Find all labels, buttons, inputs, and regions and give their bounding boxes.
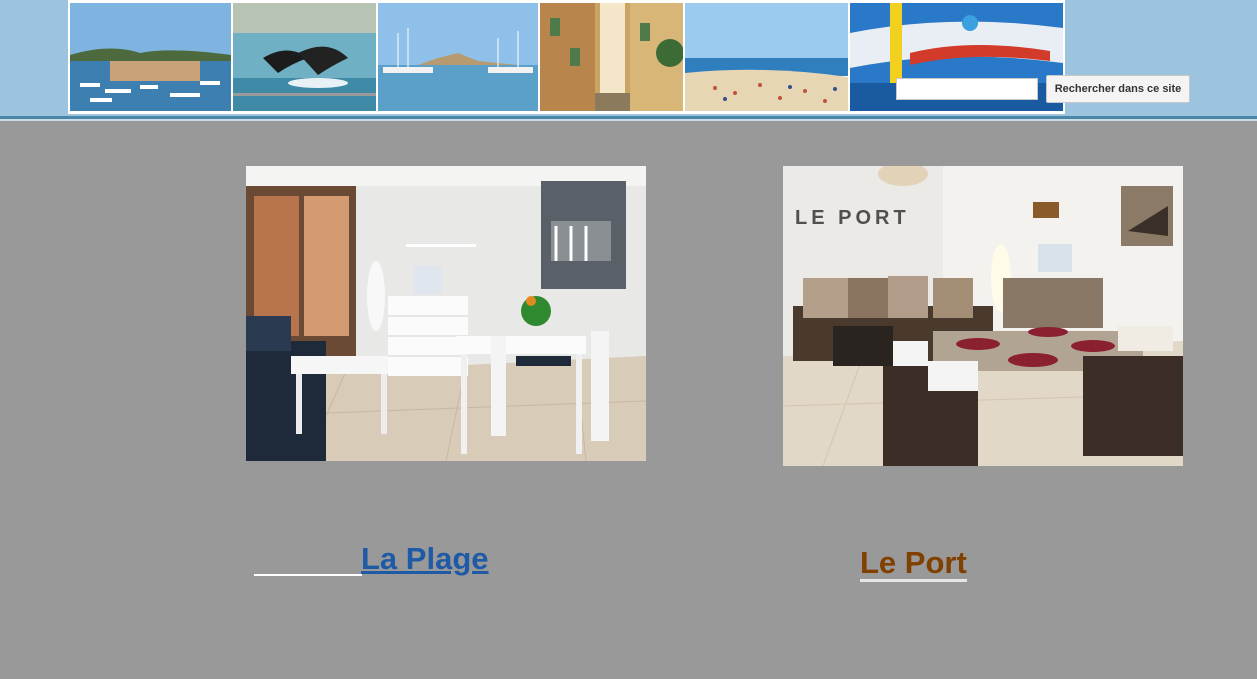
site-header: Rechercher dans ce site xyxy=(0,0,1257,116)
la-plage-photo[interactable] xyxy=(246,166,646,461)
search-button[interactable]: Rechercher dans ce site xyxy=(1046,75,1190,103)
le-port-link[interactable]: Le Port xyxy=(860,546,967,582)
link-underline-decoration xyxy=(254,574,362,576)
header-divider-highlight xyxy=(0,119,1257,121)
la-plage-link[interactable]: La Plage xyxy=(361,541,489,577)
wall-sign-text: LE PORT xyxy=(795,207,910,229)
search-input[interactable] xyxy=(896,78,1038,100)
le-port-photo[interactable]: LE PORT xyxy=(783,166,1183,466)
dolphins-photo xyxy=(233,3,376,111)
beach-photo xyxy=(685,3,848,111)
old-town-alley-photo xyxy=(540,3,683,111)
antibes-harbor-photo xyxy=(70,3,231,111)
port-vauban-photo xyxy=(378,3,538,111)
